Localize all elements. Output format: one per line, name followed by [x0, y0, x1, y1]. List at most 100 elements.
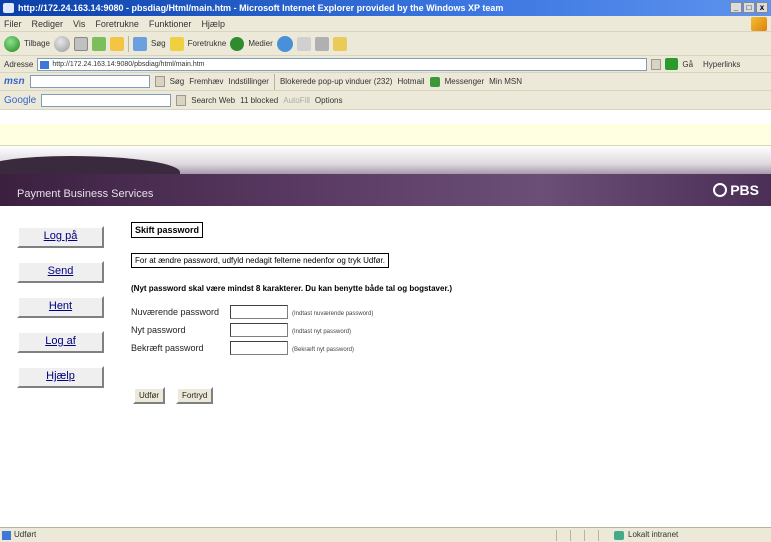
- current-password-hint: (Indtast nuværende password): [292, 311, 374, 317]
- password-rule: (Nyt password skal være mindst 8 karakte…: [131, 284, 452, 293]
- back-label[interactable]: Tilbage: [24, 39, 50, 48]
- reset-button[interactable]: Fortryd: [176, 387, 214, 404]
- favorites-label[interactable]: Foretrukne: [188, 39, 227, 48]
- window-title: http://172.24.163.14:9080 - pbsdiag/Html…: [18, 3, 504, 13]
- current-password-label: Nuværende password: [131, 307, 220, 317]
- current-password-field[interactable]: [230, 305, 288, 319]
- intranet-zone-icon: [614, 531, 624, 540]
- pbs-logo: PBS: [713, 182, 759, 198]
- maximize-button[interactable]: □: [743, 2, 755, 13]
- msn-hotmail-button[interactable]: Hotmail: [397, 77, 424, 86]
- security-zone: Lokalt intranet: [628, 530, 679, 539]
- status-cell: [570, 530, 582, 541]
- status-cell: [556, 530, 568, 541]
- print-icon[interactable]: [314, 36, 329, 51]
- messenger-icon: [429, 76, 440, 87]
- status-cell: [584, 530, 596, 541]
- google-search-web-button[interactable]: Search Web: [191, 96, 235, 105]
- page-done-icon: [2, 531, 11, 540]
- menu-tools[interactable]: Funktioner: [149, 19, 192, 29]
- menu-favorites[interactable]: Foretrukne: [95, 19, 139, 29]
- brand-name: Payment Business Services: [17, 188, 154, 200]
- new-password-row: Nyt password: [131, 325, 229, 335]
- confirm-password-field[interactable]: [230, 341, 288, 355]
- toolbar-separator: [273, 73, 275, 90]
- msn-settings-button[interactable]: Indstillinger: [228, 77, 268, 86]
- site-banner: Payment Business Services PBS: [0, 146, 771, 206]
- msn-search-dropdown-icon[interactable]: [154, 76, 165, 87]
- msn-search-input[interactable]: [29, 75, 150, 88]
- nav-fetch-button[interactable]: Hent: [17, 296, 104, 318]
- address-input[interactable]: http://172.24.163.14:9080/pbsdiag/html/m…: [37, 57, 648, 71]
- forward-icon[interactable]: [53, 35, 70, 52]
- new-password-hint: (Indtast nyt password): [292, 329, 352, 335]
- search-label[interactable]: Søg: [151, 39, 166, 48]
- toolbar-separator: [127, 35, 129, 52]
- window-title-bar: http://172.24.163.14:9080 - pbsdiag/Html…: [0, 0, 771, 16]
- msn-highlight-button[interactable]: Fremhæv: [189, 77, 223, 86]
- window-controls: _ □ x: [730, 2, 768, 13]
- minimize-button[interactable]: _: [730, 2, 742, 13]
- nav-login-button[interactable]: Log på: [17, 226, 104, 248]
- page-icon: [40, 60, 50, 69]
- standard-toolbar: Tilbage Søg Foretrukne Medier: [0, 32, 771, 56]
- google-blocked-button[interactable]: 11 blocked: [240, 96, 278, 105]
- media-label[interactable]: Medier: [248, 39, 272, 48]
- msn-mymsn-button[interactable]: Min MSN: [489, 77, 522, 86]
- links-button[interactable]: Hyperlinks: [703, 60, 740, 69]
- form-instruction: For at ændre password, udfyld nedagit fe…: [131, 253, 389, 268]
- google-logo[interactable]: Google: [4, 95, 36, 106]
- refresh-icon[interactable]: [91, 36, 106, 51]
- google-toolbar: Google Search Web 11 blocked AutoFill Op…: [0, 91, 771, 110]
- media-icon[interactable]: [230, 36, 245, 51]
- address-dropdown-icon[interactable]: [651, 58, 662, 70]
- nav-help-button[interactable]: Hjælp: [17, 366, 104, 388]
- address-label: Adresse: [4, 59, 34, 69]
- confirm-password-label: Bekræft password: [131, 343, 204, 353]
- msn-logo[interactable]: msn: [4, 76, 25, 87]
- ie-app-icon: [3, 3, 14, 13]
- folder-icon[interactable]: [332, 36, 347, 51]
- menu-help[interactable]: Hjælp: [201, 19, 225, 29]
- back-icon[interactable]: [4, 35, 20, 52]
- new-password-label: Nyt password: [131, 325, 186, 335]
- menu-file[interactable]: Filer: [4, 19, 22, 29]
- page-title: Skift password: [131, 222, 204, 238]
- search-icon[interactable]: [132, 36, 147, 51]
- status-cells: [556, 530, 610, 541]
- pbs-logo-text: PBS: [730, 182, 759, 198]
- google-search-dropdown-icon[interactable]: [176, 94, 187, 106]
- msn-toolbar: msn Søg Fremhæv Indstillinger Blokerede …: [0, 73, 771, 91]
- current-password-row: Nuværende password: [131, 307, 229, 317]
- go-icon[interactable]: [665, 58, 679, 70]
- msn-messenger-button[interactable]: Messenger: [445, 77, 485, 86]
- new-password-field[interactable]: [230, 323, 288, 337]
- favorites-icon[interactable]: [169, 36, 184, 51]
- mail-icon[interactable]: [296, 36, 311, 51]
- menu-view[interactable]: Vis: [73, 19, 85, 29]
- status-cell: [598, 530, 610, 541]
- go-button[interactable]: Gå: [682, 60, 693, 69]
- nav-logout-button[interactable]: Log af: [17, 331, 104, 353]
- menu-edit[interactable]: Rediger: [32, 19, 64, 29]
- status-text: Udført: [14, 530, 37, 539]
- confirm-password-hint: (Bekræft nyt password): [292, 347, 355, 353]
- msn-popup-button[interactable]: Blokerede pop-up vinduer (232): [280, 77, 393, 86]
- google-options-button[interactable]: Options: [315, 96, 343, 105]
- confirm-password-row: Bekræft password: [131, 343, 229, 353]
- menu-bar: Filer Rediger Vis Foretrukne Funktioner …: [0, 16, 771, 32]
- history-icon[interactable]: [276, 35, 293, 52]
- address-value: http://172.24.163.14:9080/pbsdiag/html/m…: [52, 60, 205, 68]
- status-bar: Udført Lokalt intranet: [0, 527, 771, 542]
- nav-send-button[interactable]: Send: [17, 261, 104, 283]
- msn-search-button[interactable]: Søg: [170, 77, 185, 86]
- submit-button[interactable]: Udfør: [133, 387, 165, 404]
- address-bar: Adresse http://172.24.163.14:9080/pbsdia…: [0, 56, 771, 73]
- info-bar: [0, 124, 771, 146]
- google-autofill-button[interactable]: AutoFill: [283, 96, 310, 105]
- close-button[interactable]: x: [756, 2, 768, 13]
- windows-logo-icon: [751, 17, 767, 31]
- home-icon[interactable]: [109, 36, 124, 51]
- google-search-input[interactable]: [41, 93, 172, 107]
- stop-icon[interactable]: [73, 36, 88, 51]
